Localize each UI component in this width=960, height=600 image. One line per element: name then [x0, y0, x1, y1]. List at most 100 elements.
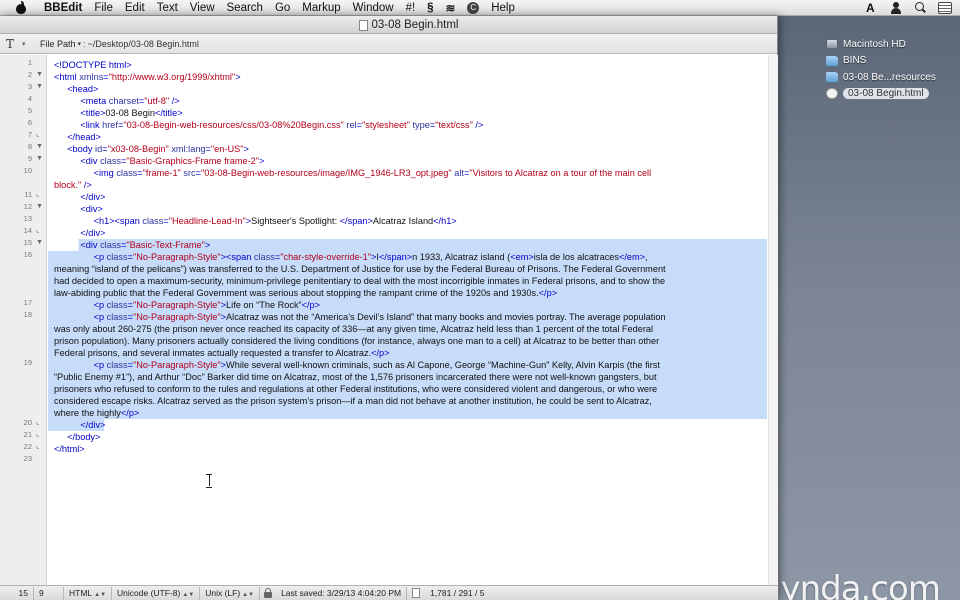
apple-menu-icon[interactable]: [14, 0, 28, 15]
code-line[interactable]: <div>: [48, 203, 767, 215]
fold-end-icon[interactable]: ⌞: [36, 429, 44, 441]
lock-icon[interactable]: [263, 588, 273, 598]
code-token: prison population). Many prisoners actua…: [54, 336, 660, 346]
code-line[interactable]: </div>: [48, 227, 767, 239]
code-line[interactable]: <p class="No-Paragraph-Style"><span clas…: [48, 251, 767, 263]
code-line[interactable]: <head>: [48, 83, 767, 95]
chevron-down-icon: ▲▼: [182, 591, 195, 598]
code-line[interactable]: <div class="Basic-Text-Frame">: [48, 239, 767, 251]
code-line[interactable]: <p class="No-Paragraph-Style">Alcatraz w…: [48, 311, 767, 323]
code-line[interactable]: was only about 260-275 (the prison never…: [48, 323, 767, 335]
code-line[interactable]: meaning “island of the pelicans”) was tr…: [48, 263, 767, 275]
fold-arrow-icon[interactable]: ▼: [36, 153, 44, 165]
code-line[interactable]: prison population). Many prisoners actua…: [48, 335, 767, 347]
spotlight-search-icon[interactable]: [914, 2, 926, 14]
code-line[interactable]: prisoners who refused to conform to the …: [48, 383, 767, 395]
code-line[interactable]: considered escape risks. Alcatraz served…: [48, 395, 767, 407]
code-token: </p>: [538, 288, 558, 298]
menu-window[interactable]: Window: [347, 2, 400, 14]
code-line[interactable]: had decided to open a maximum-security, …: [48, 275, 767, 287]
code-line[interactable]: </head>: [48, 131, 767, 143]
code-line[interactable]: <body id="x03-08-Begin" xml:lang="en-US"…: [48, 143, 767, 155]
code-line[interactable]: <meta charset="utf-8" />: [48, 95, 767, 107]
window-titlebar[interactable]: 03-08 Begin.html: [0, 16, 777, 34]
adobe-icon[interactable]: [866, 2, 878, 14]
menu-markup[interactable]: Markup: [296, 2, 346, 14]
code-line[interactable]: </div>: [48, 191, 767, 203]
code-line[interactable]: where the highly</p>: [48, 407, 767, 419]
fold-end-icon[interactable]: ⌞: [36, 129, 44, 141]
notification-list-icon[interactable]: [938, 2, 952, 14]
code-line[interactable]: Federal prisons, and several inmates act…: [48, 347, 767, 359]
menu-view[interactable]: View: [184, 2, 221, 14]
menu-text[interactable]: Text: [151, 2, 184, 14]
menu-go[interactable]: Go: [269, 2, 296, 14]
code-token: alt: [454, 168, 464, 178]
code-token: <html: [54, 72, 77, 82]
menu-search[interactable]: Search: [221, 2, 269, 14]
code-line[interactable]: [48, 455, 767, 467]
code-line[interactable]: </body>: [48, 431, 767, 443]
menu-shebang[interactable]: #!: [400, 2, 422, 14]
code-line[interactable]: <html xmlns="http://www.w3.org/1999/xhtm…: [48, 71, 767, 83]
code-token: "03-08-Begin-web-resources/image/IMG_194…: [201, 168, 452, 178]
desktop-item-macintosh-hd[interactable]: Macintosh HD: [826, 36, 956, 53]
fold-arrow-icon[interactable]: ▼: [36, 141, 44, 153]
status-column-number[interactable]: 9: [34, 586, 64, 600]
desktop-item-bins[interactable]: BINS: [826, 53, 956, 70]
code-line[interactable]: law-abiding public that the Federal Gove…: [48, 287, 767, 299]
menu-bbedit[interactable]: BBEdit: [38, 2, 88, 14]
editor-area[interactable]: 1 2 ▼ 3 ▼ 4 5 6 7 ⌞ 8 ▼ 9 ▼ 10 11 ⌞ 12 ▼ 13 14 ⌞ 15 ▼ 16 17 18 19 20…: [0, 55, 778, 600]
code-line[interactable]: <title>03-08 Begin</title>: [48, 107, 767, 119]
status-language-menu[interactable]: HTML ▲▼: [64, 586, 113, 600]
fold-end-icon[interactable]: ⌞: [36, 417, 44, 429]
code-line[interactable]: “Public Enemy #1”), and Arthur “Doc” Bar…: [48, 371, 767, 383]
code-token: <meta: [80, 96, 107, 106]
menu-help[interactable]: Help: [485, 2, 521, 14]
fold-end-icon[interactable]: ⌞: [36, 225, 44, 237]
vertical-scrollbar[interactable]: [768, 55, 778, 587]
code-token: </span>: [339, 216, 373, 226]
desktop-item-begin-html[interactable]: 03-08 Begin.html: [826, 86, 956, 103]
document-stats-icon[interactable]: [412, 588, 421, 598]
line-number: 10: [23, 166, 32, 175]
text-options-icon[interactable]: T: [6, 37, 22, 51]
code-line[interactable]: <p class="No-Paragraph-Style">While seve…: [48, 359, 767, 371]
file-path-chevron-icon[interactable]: ▾: [78, 40, 82, 48]
clippings-menu-icon[interactable]: ≋: [440, 1, 462, 15]
fold-arrow-icon[interactable]: ▼: [36, 237, 44, 249]
code-token: class: [106, 312, 128, 322]
code-token: >: [259, 156, 265, 166]
file-path-menu[interactable]: File Path: [40, 39, 76, 49]
code-line[interactable]: block." />: [48, 179, 767, 191]
fold-arrow-icon[interactable]: ▼: [36, 201, 44, 213]
code-line[interactable]: <h1><span class="Headline-Lead-In">Sight…: [48, 215, 767, 227]
menu-file[interactable]: File: [88, 2, 119, 14]
extra-menu-icon[interactable]: C: [467, 1, 480, 14]
fold-end-icon[interactable]: ⌞: [36, 189, 44, 201]
code-line[interactable]: <p class="No-Paragraph-Style">Life on “T…: [48, 299, 767, 311]
status-line-endings-menu[interactable]: Unix (LF) ▲▼: [200, 586, 261, 600]
code-token: </html>: [54, 444, 85, 454]
code-token: class: [106, 252, 128, 262]
code-line[interactable]: <!DOCTYPE html>: [48, 59, 767, 71]
code-token: class: [253, 252, 275, 262]
scripts-menu-icon[interactable]: §: [421, 2, 439, 14]
fold-arrow-icon[interactable]: ▼: [36, 81, 44, 93]
line-number: 8: [27, 142, 32, 151]
hard-drive-icon: [826, 39, 838, 50]
code-line[interactable]: <div class="Basic-Graphics-Frame frame-2…: [48, 155, 767, 167]
chevron-down-icon[interactable]: ▾: [22, 40, 34, 48]
menu-edit[interactable]: Edit: [119, 2, 151, 14]
status-line-number[interactable]: 15: [0, 586, 34, 600]
status-encoding-menu[interactable]: Unicode (UTF-8) ▲▼: [112, 586, 201, 600]
desktop-item-resources[interactable]: 03-08 Be...resources: [826, 69, 956, 86]
code-line[interactable]: </div>: [48, 419, 767, 431]
user-icon[interactable]: [890, 2, 902, 14]
fold-end-icon[interactable]: ⌞: [36, 441, 44, 453]
fold-arrow-icon[interactable]: ▼: [36, 69, 44, 81]
code-line[interactable]: </html>: [48, 443, 767, 455]
document-icon[interactable]: [358, 19, 368, 31]
code-line[interactable]: <link href="03-08-Begin-web-resources/cs…: [48, 119, 767, 131]
code-line[interactable]: <img class="frame-1" src="03-08-Begin-we…: [48, 167, 767, 179]
